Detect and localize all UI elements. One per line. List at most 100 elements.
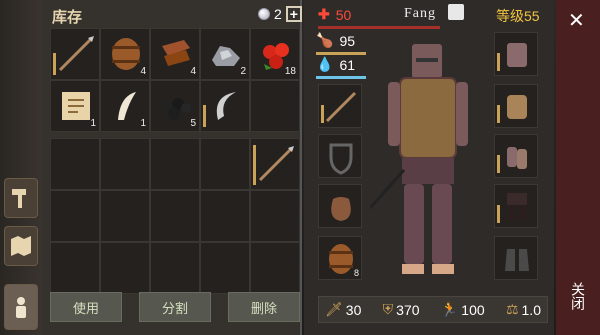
inventory-slot[interactable]: 1 bbox=[50, 80, 100, 132]
close-label: 关闭 bbox=[570, 282, 586, 310]
sickle-icon bbox=[216, 92, 236, 120]
inventory-slot[interactable]: 1 bbox=[100, 80, 150, 132]
level-label: 等级55 bbox=[496, 8, 540, 24]
currency-counter: 2 + bbox=[258, 6, 302, 22]
add-currency-button[interactable]: + bbox=[285, 6, 302, 22]
speed-value: 100 bbox=[461, 301, 485, 318]
inventory-actions: 使用 分割 删除 bbox=[50, 292, 300, 322]
item-quantity: 4 bbox=[140, 66, 146, 77]
runner-icon: 🏃 bbox=[440, 301, 459, 317]
inventory-slot[interactable] bbox=[150, 138, 200, 190]
gloves-icon bbox=[507, 147, 527, 169]
weight-icon: ⚖ bbox=[505, 301, 519, 317]
side-tab-strip bbox=[0, 0, 42, 335]
character-name: Fang bbox=[404, 6, 436, 21]
sword-icon: 🗡 bbox=[325, 301, 343, 317]
durability-bar bbox=[497, 155, 500, 173]
character-panel: ✚ 50 Fang 等级55 🍗 95 💧 61 8 🗡 30 ⛨ 370 🏃 … bbox=[304, 0, 554, 335]
food-value: 95 bbox=[339, 32, 356, 49]
inventory-slot[interactable] bbox=[250, 242, 300, 294]
health-bar bbox=[318, 26, 440, 29]
durability-bar bbox=[497, 205, 500, 223]
meat-icon: 🍗 bbox=[316, 32, 334, 48]
weapon-slot[interactable] bbox=[318, 84, 362, 128]
hammer-icon bbox=[12, 189, 26, 208]
inventory-slot[interactable]: 5 bbox=[150, 80, 200, 132]
currency-value: 2 bbox=[274, 6, 282, 22]
inventory-slot[interactable] bbox=[150, 242, 200, 294]
boots-icon bbox=[505, 249, 529, 271]
leg-armor-icon bbox=[507, 193, 527, 221]
water-stat: 💧 61 bbox=[316, 56, 366, 79]
water-bar bbox=[316, 76, 366, 79]
durability-bar bbox=[253, 145, 256, 185]
inventory-slot[interactable] bbox=[50, 28, 100, 80]
map-tab[interactable] bbox=[4, 226, 38, 266]
spear-icon bbox=[258, 146, 294, 182]
close-icon[interactable]: ✕ bbox=[568, 8, 585, 33]
delete-button[interactable]: 删除 bbox=[228, 292, 300, 322]
item-quantity: 5 bbox=[190, 118, 196, 129]
split-button[interactable]: 分割 bbox=[139, 292, 211, 322]
health-stat: ✚ 50 bbox=[318, 6, 351, 23]
water-drop-icon: 💧 bbox=[316, 56, 334, 72]
edit-name-button[interactable] bbox=[448, 4, 464, 20]
inventory-slot[interactable] bbox=[100, 138, 150, 190]
inventory-slot[interactable] bbox=[150, 190, 200, 242]
item-quantity: 2 bbox=[240, 66, 246, 77]
shield-slot[interactable] bbox=[318, 134, 362, 178]
helmet-icon bbox=[507, 43, 527, 67]
inventory-slot[interactable] bbox=[100, 242, 150, 294]
quick-slot[interactable]: 8 bbox=[318, 236, 362, 280]
item-quantity: 18 bbox=[284, 66, 296, 77]
item-quantity: 1 bbox=[90, 118, 96, 129]
inventory-slot[interactable] bbox=[200, 138, 250, 190]
inventory-slot[interactable]: 4 bbox=[100, 28, 150, 80]
crafting-tab[interactable] bbox=[4, 178, 38, 218]
feet-slot[interactable] bbox=[494, 236, 538, 280]
inventory-slot[interactable]: 2 bbox=[200, 28, 250, 80]
inventory-slot[interactable] bbox=[250, 80, 300, 132]
spear-icon bbox=[58, 36, 94, 72]
inventory-slot[interactable] bbox=[200, 80, 250, 132]
use-button[interactable]: 使用 bbox=[50, 292, 122, 322]
inventory-grid: 4 4 2 18 1 1 5 bbox=[50, 28, 300, 132]
legs-slot[interactable] bbox=[494, 184, 538, 228]
durability-bar bbox=[497, 53, 500, 71]
combat-stats-bar: 🗡 30 ⛨ 370 🏃 100 ⚖ 1.0 bbox=[318, 296, 548, 323]
inventory-slot[interactable] bbox=[250, 138, 300, 190]
gem-icon bbox=[258, 8, 270, 20]
inventory-slot[interactable]: 4 bbox=[150, 28, 200, 80]
inventory-slot[interactable] bbox=[200, 242, 250, 294]
inventory-slot[interactable]: 18 bbox=[250, 28, 300, 80]
food-bar bbox=[316, 52, 366, 55]
character-model bbox=[370, 44, 468, 274]
durability-bar bbox=[497, 105, 500, 123]
shield-icon: ⛨ bbox=[382, 301, 394, 317]
game-inventory-screen: 库存 2 + 4 4 2 18 1 1 5 使用 分割 删除 ✚ 50 Fang… bbox=[0, 0, 600, 335]
inventory-title: 库存 bbox=[52, 9, 83, 26]
health-value: 50 bbox=[335, 6, 352, 23]
chest-slot[interactable] bbox=[494, 84, 538, 128]
food-stat: 🍗 95 bbox=[316, 32, 366, 55]
shield-icon bbox=[329, 143, 353, 175]
map-icon bbox=[11, 236, 31, 256]
inventory-grid-expanded bbox=[50, 138, 300, 294]
inventory-slot[interactable] bbox=[100, 190, 150, 242]
hands-slot[interactable] bbox=[494, 134, 538, 178]
bag-slot[interactable] bbox=[318, 184, 362, 228]
sack-icon bbox=[331, 197, 351, 221]
inventory-slot[interactable] bbox=[200, 190, 250, 242]
chest-armor-icon bbox=[507, 95, 527, 119]
inventory-slot[interactable] bbox=[50, 138, 100, 190]
item-quantity: 1 bbox=[140, 118, 146, 129]
close-panel[interactable]: ✕ 关闭 bbox=[556, 0, 600, 335]
head-slot[interactable] bbox=[494, 32, 538, 76]
inventory-slot[interactable] bbox=[50, 242, 100, 294]
item-quantity: 8 bbox=[353, 268, 359, 278]
durability-bar bbox=[53, 53, 56, 75]
character-tab[interactable] bbox=[4, 284, 38, 330]
inventory-slot[interactable] bbox=[250, 190, 300, 242]
inventory-slot[interactable] bbox=[50, 190, 100, 242]
durability-bar bbox=[321, 105, 324, 123]
